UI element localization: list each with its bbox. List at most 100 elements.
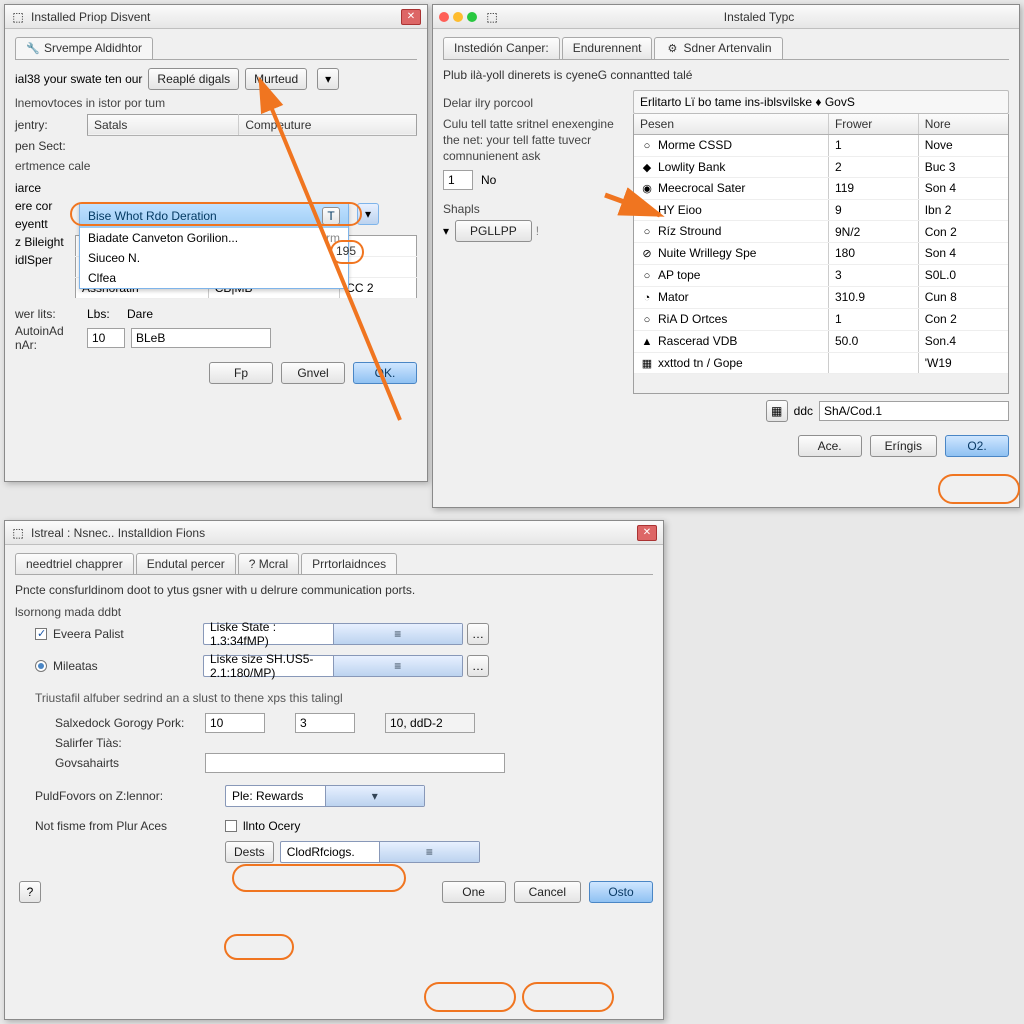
table-row[interactable]: ◆Lowlity Bank2Buc 3 bbox=[634, 156, 1008, 178]
tab-instedion[interactable]: Instedión Canper: bbox=[443, 37, 560, 59]
combo-rewards[interactable]: Ple: Rewards▾ bbox=[225, 785, 425, 807]
dropdown-t-badge[interactable]: T bbox=[322, 207, 340, 225]
badge-195: 195 bbox=[336, 244, 356, 258]
more-button[interactable]: … bbox=[467, 655, 489, 677]
tabs: 🔧Srvempe Aldidhtor bbox=[15, 37, 417, 60]
label-dare: Dare bbox=[127, 307, 153, 321]
lbs-input[interactable] bbox=[87, 328, 125, 348]
col-pesen[interactable]: Pesen bbox=[634, 114, 828, 135]
label-delar: Delar ilry porcool bbox=[443, 96, 623, 110]
label-autoin: AutoinAd nAr: bbox=[15, 324, 87, 352]
list-header-hint: Erlitarto Lï bo tame ins-iblsvilske ♦ Go… bbox=[633, 90, 1009, 114]
window-controls[interactable] bbox=[439, 12, 477, 22]
title-text: Instaled Typc bbox=[505, 10, 1013, 24]
dropdown-icon[interactable]: ▾ bbox=[317, 68, 339, 90]
dests-button[interactable]: Dests bbox=[225, 841, 274, 863]
iarce-dropdown[interactable]: Bise Whot Rdo Deration T Biadate Canveto… bbox=[79, 203, 349, 289]
tab-needtriel[interactable]: needtriel chapprer bbox=[15, 553, 134, 574]
tab-endurennent[interactable]: Endurennent bbox=[562, 37, 653, 59]
label-sect: pen Sect: bbox=[15, 139, 87, 153]
input-v1[interactable] bbox=[205, 713, 265, 733]
more-button[interactable]: … bbox=[467, 623, 489, 645]
help-icon[interactable]: ? bbox=[19, 881, 41, 903]
table-row[interactable]: ◉Meecrocal Sater119Son 4 bbox=[634, 178, 1008, 200]
label-lbs: Lbs: bbox=[87, 307, 127, 321]
dropdown-item[interactable]: Bise Whot Rdo Deration T bbox=[80, 204, 348, 228]
tab-srvempe[interactable]: 🔧Srvempe Aldidhtor bbox=[15, 37, 153, 59]
titlebar: ⬚ Installed Priop Disvent ✕ bbox=[5, 5, 427, 29]
ok-button[interactable]: OK. bbox=[353, 362, 417, 384]
label-salirfer: Salirfer Tiàs: bbox=[55, 736, 205, 750]
wrench-icon: 🔧 bbox=[26, 42, 40, 56]
table-row[interactable]: ○Morme CSSD1Nove bbox=[634, 134, 1008, 156]
label-shapis: Shapls bbox=[443, 202, 623, 216]
dropdown-item[interactable]: Clfea bbox=[80, 268, 348, 288]
gnvel-button[interactable]: Gnvel bbox=[281, 362, 345, 384]
dropdown-item[interactable]: Siuceo N. bbox=[80, 248, 348, 268]
label-wer: wer lits: bbox=[15, 307, 87, 321]
table-row[interactable]: ○AP tope3S0L.0 bbox=[634, 264, 1008, 286]
tab-mcral[interactable]: ? Mcral bbox=[238, 553, 299, 574]
table-row[interactable]: ▲Rascerad VDB50.0Son.4 bbox=[634, 330, 1008, 352]
table-row[interactable]: ▦xxttod tn / Gope'W19 bbox=[634, 352, 1008, 374]
combo-mileatas[interactable]: Liske size SH.US5-2.1:180/MP)≡ bbox=[203, 655, 463, 677]
close-icon[interactable]: ✕ bbox=[401, 9, 421, 25]
label-mileatas: Mileatas bbox=[53, 659, 203, 673]
title-text: Istreal : Nsnec.. InstaIldion Fions bbox=[31, 526, 637, 540]
checkbox-ilnto[interactable] bbox=[225, 820, 237, 832]
col-nore[interactable]: Nore bbox=[918, 114, 1008, 135]
cancel-button[interactable]: Cancel bbox=[514, 881, 581, 903]
tab-sdner[interactable]: ⚙Sdner Artenvalin bbox=[654, 37, 782, 59]
combo-eveera[interactable]: Liske State : 1.3:34fMP)≡ bbox=[203, 623, 463, 645]
tab-endutal[interactable]: Endutal percer bbox=[136, 553, 236, 574]
dialog-installdion-fions: ⬚ Istreal : Nsnec.. InstaIldion Fions ✕ … bbox=[4, 520, 664, 1020]
input-gov[interactable] bbox=[205, 753, 505, 773]
radio-mileatas[interactable] bbox=[35, 660, 47, 672]
dropdown-arrow-icon[interactable]: ▾ bbox=[357, 203, 379, 225]
label-no: No bbox=[481, 173, 496, 187]
reaple-button[interactable]: Reaplé digals bbox=[148, 68, 239, 90]
label-salxedock: Salxedock Gorogy Pork: bbox=[55, 716, 205, 730]
note-text: Triustafil alfuber sedrind an a slust to… bbox=[35, 691, 653, 705]
pgllpp-button[interactable]: PGLLPP bbox=[455, 220, 532, 242]
chevron-down-icon: ≡ bbox=[379, 842, 479, 862]
titlebar: ⬚ Instaled Typc bbox=[433, 5, 1019, 29]
table-row[interactable]: ○Ríz Stround9N/2Con 2 bbox=[634, 221, 1008, 243]
table-row[interactable]: ◔Mator310.9Cun 8 bbox=[634, 286, 1008, 308]
small-input[interactable] bbox=[443, 170, 473, 190]
close-icon[interactable]: ✕ bbox=[637, 525, 657, 541]
checkbox-eveera[interactable] bbox=[35, 628, 47, 640]
col-compeuture[interactable]: Compeuture bbox=[239, 114, 417, 135]
table-row[interactable]: ○RiA D Ortces1Con 2 bbox=[634, 308, 1008, 330]
osto-button[interactable]: Osto bbox=[589, 881, 653, 903]
table-row[interactable]: ⊘Nuite Wrillegy Spe180Son 4 bbox=[634, 243, 1008, 265]
label-puldfovors: PuldFovors on Z:lennor: bbox=[35, 789, 225, 803]
ddc-input[interactable] bbox=[819, 401, 1009, 421]
row-icon: ◔ bbox=[640, 291, 654, 305]
col-satals[interactable]: Satals bbox=[88, 114, 239, 135]
dropdown-item-label: Bise Whot Rdo Deration bbox=[88, 209, 217, 223]
tab-prrtor[interactable]: Prrtorlaidnces bbox=[301, 553, 397, 574]
row-icon: ○ bbox=[640, 225, 654, 239]
label-ere: ere cor bbox=[15, 199, 75, 213]
murteud-button[interactable]: Murteud bbox=[245, 68, 307, 90]
app-icon: ⬚ bbox=[485, 10, 499, 24]
combo-clod[interactable]: ClodRfciogs.≡ bbox=[280, 841, 480, 863]
dialog-priop-disvent: ⬚ Installed Priop Disvent ✕ 🔧Srvempe Ald… bbox=[4, 4, 428, 482]
ace-button[interactable]: Ace. bbox=[798, 435, 862, 457]
one-button[interactable]: One bbox=[442, 881, 506, 903]
eringis-button[interactable]: Eríngis bbox=[870, 435, 937, 457]
table-row[interactable]: ◎HY Eioo9Ibn 2 bbox=[634, 199, 1008, 221]
gear-icon: ⚙ bbox=[665, 42, 679, 56]
label-ilnto: llnto Ocery bbox=[243, 819, 300, 833]
o2-button[interactable]: O2. bbox=[945, 435, 1009, 457]
row-icon: ◎ bbox=[640, 203, 654, 217]
add-icon[interactable]: ▦ bbox=[766, 400, 788, 422]
fp-button[interactable]: Fp bbox=[209, 362, 273, 384]
dare-input[interactable] bbox=[131, 328, 271, 348]
input-v2[interactable] bbox=[295, 713, 355, 733]
subtitle: ial38 your swate ten our bbox=[15, 72, 142, 86]
dropdown-item[interactable]: Biadate Canveton Gorilion...rm bbox=[80, 228, 348, 248]
row-icon: ▦ bbox=[640, 356, 654, 370]
col-frower[interactable]: Frower bbox=[828, 114, 918, 135]
